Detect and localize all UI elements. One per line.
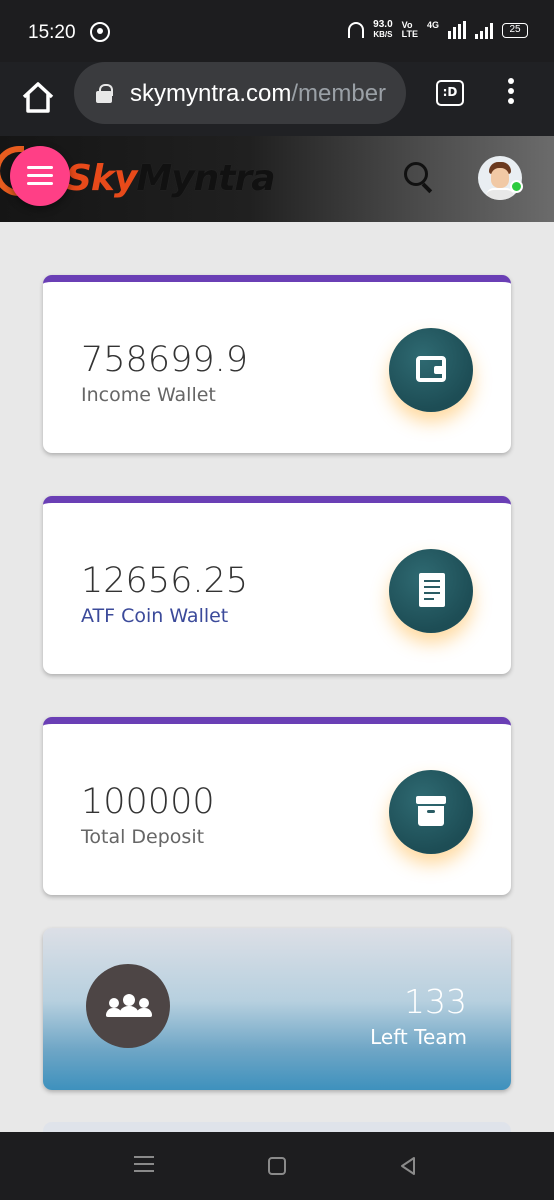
network-speed-unit: KB/S	[373, 30, 393, 39]
wallet-icon	[389, 328, 473, 412]
receipt-icon	[389, 549, 473, 633]
avatar[interactable]	[478, 156, 522, 200]
site-logo[interactable]: SkyMyntra	[66, 158, 276, 199]
signal-icon-2	[475, 21, 493, 39]
browser-toolbar: skymyntra.com/member :D	[0, 62, 554, 136]
status-icons: 93.0 KB/S Vo LTE 4G 25	[348, 20, 528, 40]
more-menu-icon[interactable]	[502, 78, 520, 108]
left-team-value: 133	[404, 982, 467, 1021]
income-wallet-value: 758699.9	[81, 340, 249, 380]
site-header: SkyMyntra	[0, 136, 554, 222]
archive-box-icon	[389, 770, 473, 854]
atf-coin-wallet-value: 12656.25	[81, 561, 249, 601]
logo-myntra: Myntra	[136, 158, 275, 199]
tab-switcher-button[interactable]: :D	[436, 80, 464, 106]
atf-coin-wallet-label: ATF Coin Wallet	[81, 605, 229, 627]
home-icon[interactable]	[18, 78, 58, 118]
address-bar[interactable]: skymyntra.com/member	[74, 62, 406, 124]
total-deposit-value: 100000	[81, 782, 215, 822]
hamburger-menu-button[interactable]	[10, 146, 70, 206]
total-deposit-card[interactable]: 100000 Total Deposit	[43, 717, 511, 895]
team-icon	[86, 964, 170, 1048]
online-status-dot	[510, 180, 523, 193]
volte-bottom: LTE	[401, 29, 418, 39]
network-speed-value: 93.0	[373, 19, 393, 30]
back-icon[interactable]	[398, 1156, 418, 1176]
left-team-label: Left Team	[370, 1025, 467, 1049]
headphones-icon	[348, 22, 365, 38]
logo-sky: Sky	[66, 158, 137, 199]
whatsapp-icon	[90, 22, 110, 42]
url-path: /member	[291, 80, 387, 107]
atf-coin-wallet-card[interactable]: 12656.25 ATF Coin Wallet	[43, 496, 511, 674]
status-time: 15:20	[28, 22, 76, 43]
lock-icon	[96, 84, 113, 103]
recent-apps-icon[interactable]	[134, 1156, 154, 1174]
total-deposit-label: Total Deposit	[81, 826, 205, 848]
system-navigation-bar	[0, 1132, 554, 1200]
battery-icon: 25	[502, 22, 528, 38]
home-nav-icon[interactable]	[268, 1157, 286, 1175]
url-host: skymyntra.com	[130, 80, 292, 107]
left-team-card[interactable]: 133 Left Team	[43, 928, 511, 1090]
signal-icon	[448, 21, 466, 39]
volte-indicator: Vo LTE	[402, 21, 418, 39]
status-bar: 15:20 93.0 KB/S Vo LTE 4G 25	[0, 0, 554, 62]
url-text: skymyntra.com/member	[130, 80, 386, 108]
network-speed: 93.0 KB/S	[373, 20, 392, 40]
network-type: 4G	[426, 20, 439, 30]
income-wallet-label: Income Wallet	[81, 384, 216, 406]
search-icon[interactable]	[404, 162, 436, 194]
income-wallet-card[interactable]: 758699.9 Income Wallet	[43, 275, 511, 453]
